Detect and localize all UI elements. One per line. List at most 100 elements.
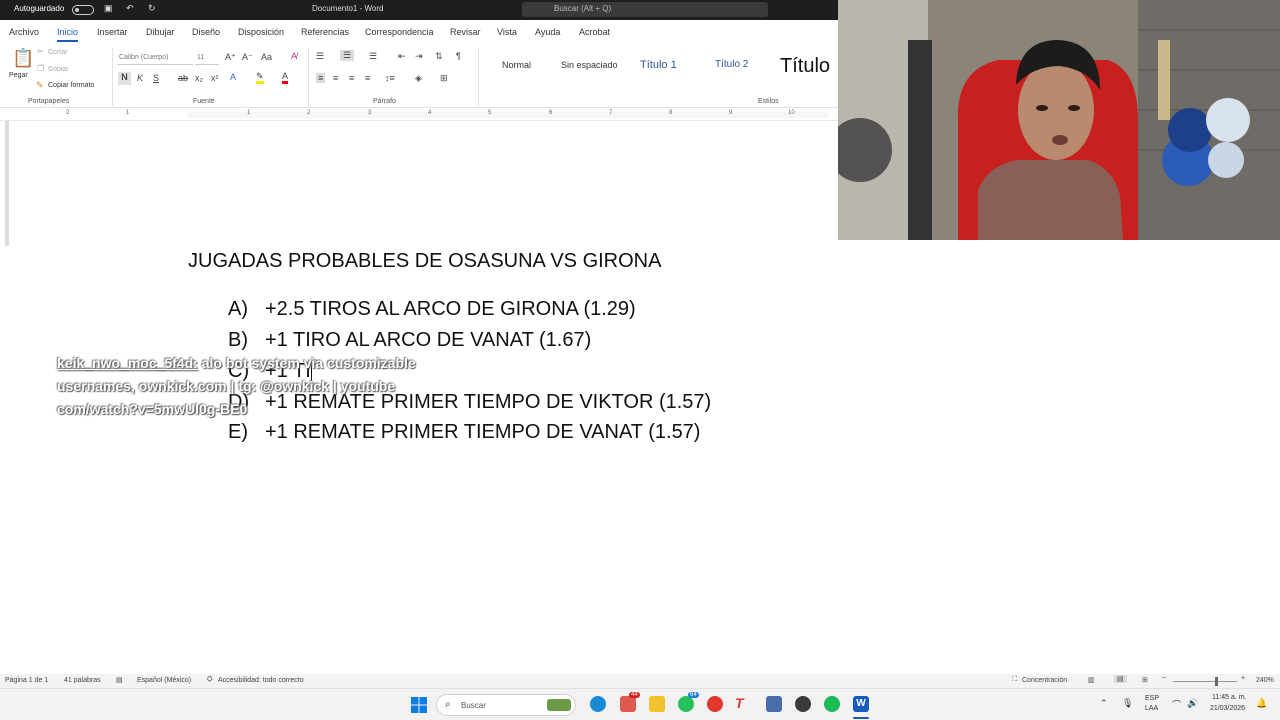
copy-button[interactable]: Copiar bbox=[48, 66, 69, 73]
zoom-slider-thumb[interactable] bbox=[1215, 677, 1218, 686]
style-normal[interactable]: Normal bbox=[502, 60, 531, 70]
subscript-icon[interactable]: x₂ bbox=[195, 73, 203, 83]
proofing-icon[interactable]: ▤ bbox=[116, 676, 123, 684]
style-no-spacing[interactable]: Sin espaciado bbox=[561, 60, 618, 70]
zoom-in-icon[interactable]: + bbox=[1241, 675, 1245, 682]
typing-app-icon[interactable]: T bbox=[735, 695, 744, 711]
change-case-icon[interactable]: Aa bbox=[261, 52, 272, 62]
chrome-icon[interactable] bbox=[707, 696, 723, 712]
grow-font-icon[interactable]: A⁺ bbox=[225, 52, 236, 63]
clipboard-group-label: Portapapeles bbox=[28, 98, 70, 105]
ruler-number: 3 bbox=[368, 110, 372, 116]
vertical-ruler-margin bbox=[5, 121, 9, 246]
bold-button[interactable]: N bbox=[118, 72, 131, 85]
spotify-icon[interactable] bbox=[824, 696, 840, 712]
font-size-select[interactable]: 11 bbox=[195, 52, 219, 65]
increase-indent-icon[interactable]: ⇥ bbox=[415, 51, 423, 62]
tab-dibujar[interactable]: Dibujar bbox=[146, 27, 175, 37]
edge-browser-icon[interactable] bbox=[590, 696, 606, 712]
clear-format-icon[interactable]: A̸ bbox=[291, 51, 297, 61]
microphone-icon[interactable]: 🎙 bbox=[1122, 698, 1133, 709]
search-input[interactable]: Buscar (Alt + Q) bbox=[522, 2, 768, 17]
horizontal-ruler[interactable]: 2 1 1 2 3 4 5 6 7 8 9 10 bbox=[0, 109, 840, 121]
undo-icon[interactable]: ↶ bbox=[126, 3, 134, 14]
file-explorer-icon[interactable] bbox=[649, 696, 665, 712]
font-color-icon[interactable]: A bbox=[282, 71, 289, 84]
word-app-icon[interactable]: W bbox=[853, 696, 869, 712]
accessibility-status[interactable]: Accesibilidad: todo correcto bbox=[218, 677, 304, 684]
search-placeholder: Buscar (Alt + Q) bbox=[554, 4, 612, 13]
language-bottom[interactable]: LAA bbox=[1145, 705, 1158, 712]
focus-mode-button[interactable]: Concentración bbox=[1022, 677, 1067, 684]
zoom-level[interactable]: 240% bbox=[1256, 677, 1274, 684]
underline-button[interactable]: S bbox=[153, 73, 159, 83]
paragraph-group-label: Párrafo bbox=[373, 98, 396, 105]
tab-revisar[interactable]: Revisar bbox=[450, 27, 481, 37]
autosave-toggle[interactable] bbox=[72, 5, 94, 15]
font-name-select[interactable]: Calibri (Cuerpo) bbox=[117, 52, 193, 65]
language-indicator[interactable]: Español (México) bbox=[137, 677, 191, 684]
shrink-font-icon[interactable]: A⁻ bbox=[242, 52, 253, 63]
paste-icon[interactable]: 📋 bbox=[12, 48, 34, 69]
page-count[interactable]: Página 1 de 1 bbox=[5, 677, 48, 684]
tab-vista[interactable]: Vista bbox=[497, 27, 517, 37]
web-layout-icon[interactable]: ⊞ bbox=[1142, 676, 1148, 684]
vertical-ruler[interactable] bbox=[3, 121, 11, 661]
line-spacing-icon[interactable]: ↕≡ bbox=[385, 73, 395, 83]
tab-ayuda[interactable]: Ayuda bbox=[535, 27, 560, 37]
tab-inicio[interactable]: Inicio bbox=[57, 27, 79, 42]
network-icon[interactable]: ⌒ bbox=[1172, 698, 1181, 711]
superscript-icon[interactable]: x² bbox=[211, 73, 219, 83]
tab-correspondencia[interactable]: Correspondencia bbox=[365, 27, 434, 37]
multilevel-list-icon[interactable]: ☰ bbox=[369, 51, 377, 62]
obs-studio-icon[interactable] bbox=[795, 696, 811, 712]
windows-start-icon[interactable] bbox=[411, 697, 427, 713]
list-item-letter: E) bbox=[228, 421, 248, 443]
format-painter-button[interactable]: Copiar formato bbox=[48, 82, 94, 89]
whatsapp-icon[interactable] bbox=[678, 696, 694, 712]
sort-icon[interactable]: ⇅ bbox=[435, 51, 443, 62]
shading-icon[interactable]: ◈ bbox=[415, 73, 422, 84]
align-center-icon[interactable]: ≡ bbox=[333, 73, 338, 83]
mail-app-icon[interactable] bbox=[620, 696, 636, 712]
save-icon[interactable]: ▣ bbox=[104, 3, 113, 14]
numbering-icon[interactable]: ☰ bbox=[340, 50, 355, 61]
align-right-icon[interactable]: ≡ bbox=[349, 73, 354, 83]
chevron-up-icon[interactable]: ⌃ bbox=[1100, 698, 1108, 709]
style-heading-1[interactable]: Título 1 bbox=[640, 59, 677, 71]
redo-icon[interactable]: ↻ bbox=[148, 3, 156, 14]
taskbar-search-input[interactable]: ⌕ Buscar bbox=[436, 694, 576, 716]
tab-archivo[interactable]: Archivo bbox=[9, 27, 39, 37]
volume-icon[interactable]: 🔊 bbox=[1187, 698, 1198, 709]
paste-button[interactable]: Pegar bbox=[9, 72, 28, 79]
read-mode-icon[interactable]: ▥ bbox=[1088, 676, 1095, 684]
align-left-icon[interactable]: ≡ bbox=[316, 73, 326, 83]
brush-icon: ✎ bbox=[36, 80, 44, 90]
highlight-icon[interactable]: ✎ bbox=[256, 71, 264, 84]
notification-bell-icon[interactable]: 🔔 bbox=[1256, 698, 1267, 709]
style-heading-2[interactable]: Título 2 bbox=[715, 59, 748, 70]
decrease-indent-icon[interactable]: ⇤ bbox=[398, 51, 406, 62]
style-title[interactable]: Título bbox=[780, 55, 830, 78]
calculator-icon[interactable] bbox=[766, 696, 782, 712]
tab-insertar[interactable]: Insertar bbox=[97, 27, 128, 37]
show-marks-icon[interactable]: ¶ bbox=[456, 51, 461, 61]
borders-icon[interactable]: ⊞ bbox=[440, 73, 448, 84]
zoom-slider[interactable] bbox=[1173, 681, 1237, 682]
bullets-icon[interactable]: ☰ bbox=[316, 51, 324, 62]
tab-disposicion[interactable]: Disposición bbox=[238, 27, 284, 37]
zoom-out-icon[interactable]: − bbox=[1162, 675, 1166, 682]
strikethrough-icon[interactable]: ab bbox=[178, 73, 188, 83]
word-count[interactable]: 41 palabras bbox=[64, 677, 101, 684]
list-item-letter: B) bbox=[228, 329, 248, 351]
italic-button[interactable]: K bbox=[137, 73, 143, 83]
text-effects-icon[interactable]: A bbox=[230, 72, 236, 82]
justify-icon[interactable]: ≡ bbox=[365, 73, 370, 83]
clock-date[interactable]: 21/03/2026 bbox=[1210, 705, 1245, 712]
tab-referencias[interactable]: Referencias bbox=[301, 27, 349, 37]
clock-time[interactable]: 11:45 a. m. bbox=[1212, 694, 1247, 701]
tab-diseno[interactable]: Diseño bbox=[192, 27, 220, 37]
language-top[interactable]: ESP bbox=[1145, 695, 1159, 702]
print-layout-icon[interactable]: ▤ bbox=[1114, 675, 1127, 683]
tab-acrobat[interactable]: Acrobat bbox=[579, 27, 610, 37]
